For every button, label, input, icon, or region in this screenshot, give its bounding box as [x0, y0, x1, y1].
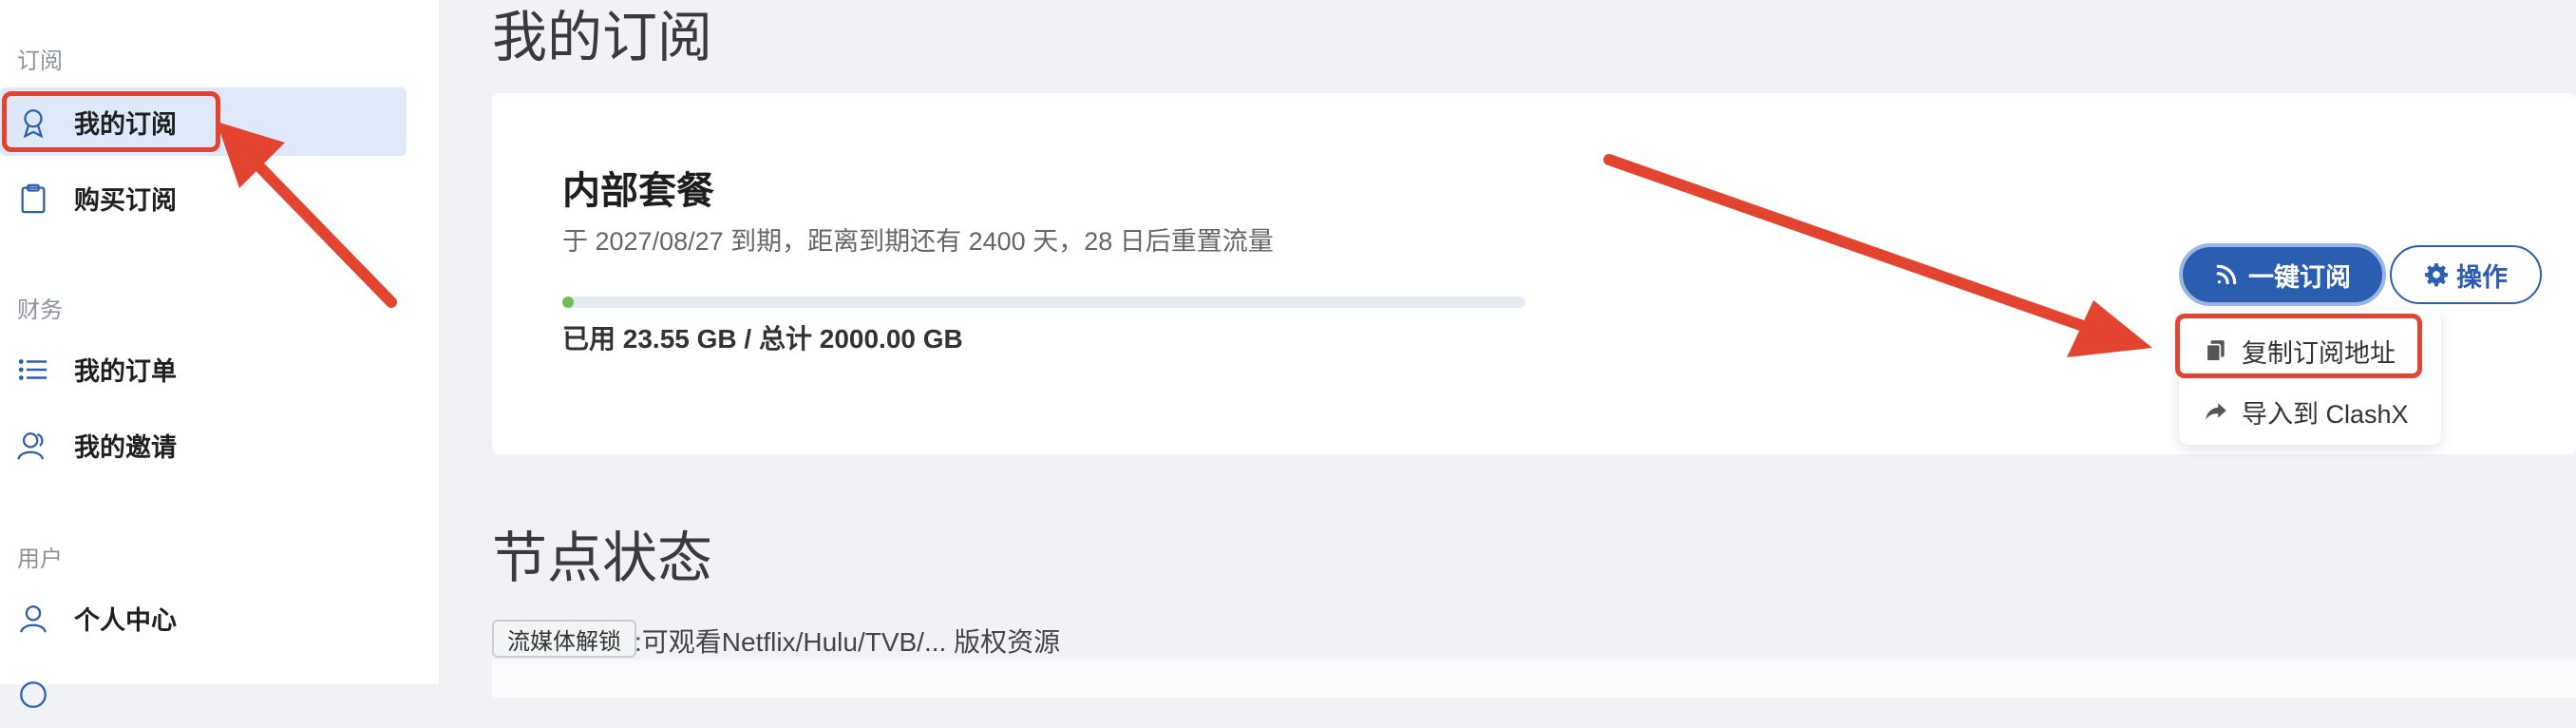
- annotation-arrows: [217, 122, 2152, 357]
- annotation-arrow-copy: [1603, 154, 2152, 357]
- annotation-arrow-sidebar: [217, 122, 397, 308]
